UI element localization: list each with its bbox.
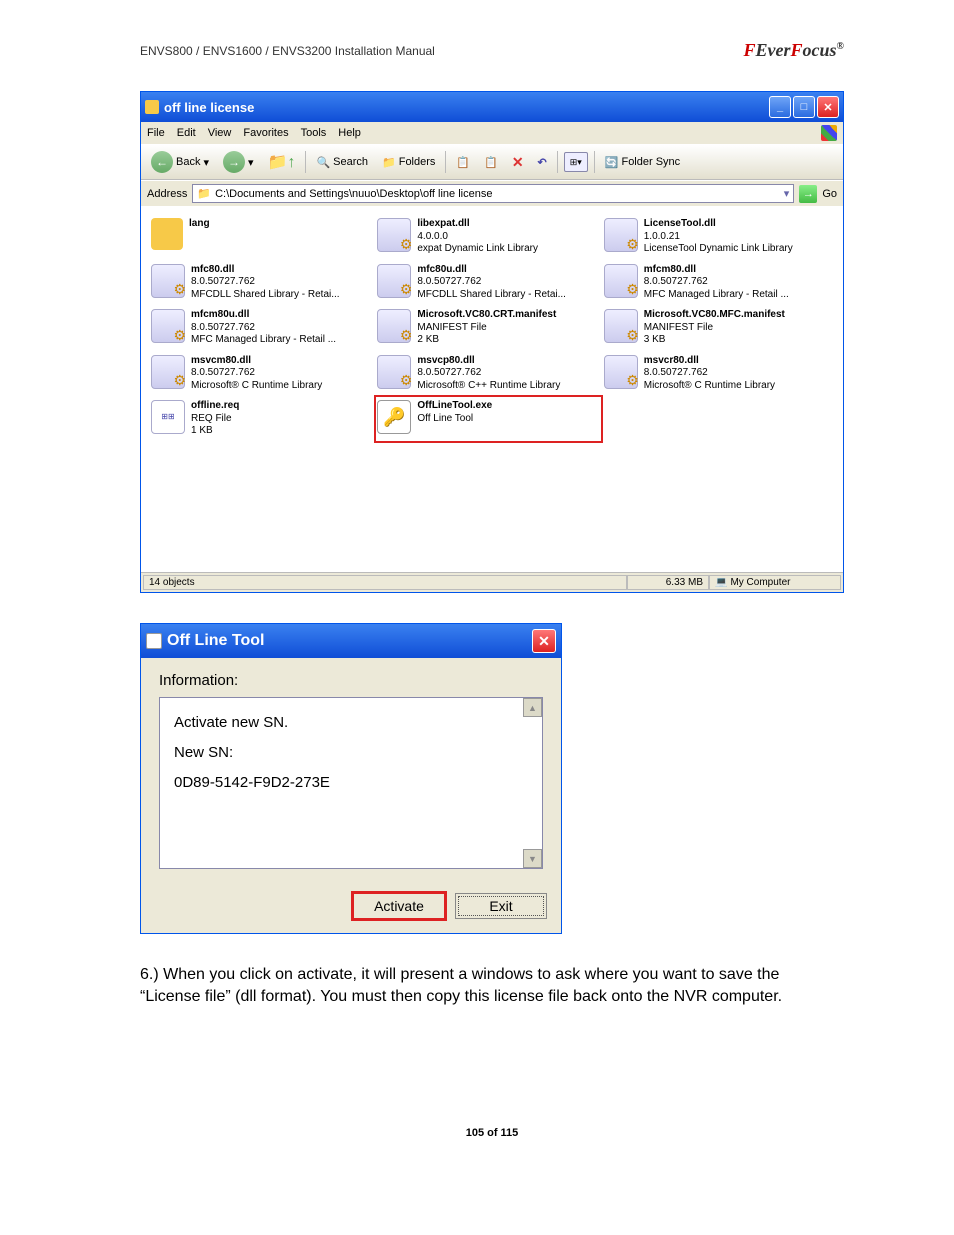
exit-button[interactable]: Exit bbox=[455, 893, 547, 919]
doc-header: ENVS800 / ENVS1600 / ENVS3200 Installati… bbox=[140, 44, 435, 58]
activate-button[interactable]: Activate bbox=[353, 893, 445, 919]
address-input[interactable]: 📁 C:\Documents and Settings\nuuo\Desktop… bbox=[192, 184, 794, 203]
menu-help[interactable]: Help bbox=[338, 127, 361, 139]
menu-view[interactable]: View bbox=[208, 127, 232, 139]
file-item[interactable]: ⊞⊞offline.reqREQ File1 KB bbox=[149, 396, 375, 442]
back-button[interactable]: ←Back ▾ bbox=[147, 149, 213, 175]
close-button[interactable]: ✕ bbox=[817, 96, 839, 118]
file-item[interactable]: mfc80.dll8.0.50727.762MFCDLL Shared Libr… bbox=[149, 260, 375, 306]
address-label: Address bbox=[147, 188, 187, 200]
file-item[interactable]: mfc80u.dll8.0.50727.762MFCDLL Shared Lib… bbox=[375, 260, 601, 306]
forward-button[interactable]: → ▾ bbox=[219, 149, 258, 175]
go-button[interactable]: → bbox=[799, 185, 817, 203]
file-item[interactable]: msvcr80.dll8.0.50727.762Microsoft® C Run… bbox=[602, 351, 828, 397]
file-item[interactable]: mfcm80.dll8.0.50727.762MFC Managed Libra… bbox=[602, 260, 828, 306]
step-6-text: 6.) When you click on activate, it will … bbox=[140, 964, 844, 1007]
file-item[interactable]: lang bbox=[149, 214, 375, 260]
windows-flag-icon bbox=[821, 125, 837, 141]
file-item[interactable]: Microsoft.VC80.CRT.manifestMANIFEST File… bbox=[375, 305, 601, 351]
dll-icon bbox=[151, 355, 185, 389]
explorer-window: off line license _ □ ✕ File Edit View Fa… bbox=[140, 91, 844, 593]
dialog-close-button[interactable]: ✕ bbox=[532, 629, 556, 653]
dll-icon bbox=[604, 218, 638, 252]
views-button[interactable]: ⊞▾ bbox=[564, 152, 588, 172]
folder-icon bbox=[145, 100, 159, 114]
menu-edit[interactable]: Edit bbox=[177, 127, 196, 139]
file-item[interactable]: Microsoft.VC80.MFC.manifestMANIFEST File… bbox=[602, 305, 828, 351]
dll-icon bbox=[151, 309, 185, 343]
dll-icon bbox=[151, 264, 185, 298]
dll-icon bbox=[377, 355, 411, 389]
status-location: 💻 My Computer bbox=[709, 575, 841, 590]
folders-button[interactable]: 📁Folders bbox=[378, 154, 439, 171]
exe-icon bbox=[377, 400, 411, 434]
status-size: 6.33 MB bbox=[627, 575, 709, 590]
undo-button[interactable]: ↶ bbox=[534, 154, 551, 171]
move-to-button[interactable]: 📋 bbox=[452, 154, 474, 171]
dialog-title: Off Line Tool bbox=[167, 632, 532, 650]
dll-icon bbox=[377, 264, 411, 298]
minimize-button[interactable]: _ bbox=[769, 96, 791, 118]
status-objects: 14 objects bbox=[143, 575, 627, 590]
file-item[interactable]: libexpat.dll4.0.0.0expat Dynamic Link Li… bbox=[375, 214, 601, 260]
offline-tool-dialog: Off Line Tool ✕ Information: ▲ Activate … bbox=[140, 623, 562, 934]
req-icon: ⊞⊞ bbox=[151, 400, 185, 434]
menu-bar: File Edit View Favorites Tools Help bbox=[141, 122, 843, 144]
menu-tools[interactable]: Tools bbox=[301, 127, 327, 139]
app-icon bbox=[146, 633, 162, 649]
file-item[interactable]: mfcm80u.dll8.0.50727.762MFC Managed Libr… bbox=[149, 305, 375, 351]
scroll-up-button[interactable]: ▲ bbox=[523, 698, 542, 717]
page-number: 105 of 115 bbox=[140, 1127, 844, 1139]
scroll-down-button[interactable]: ▼ bbox=[523, 849, 542, 868]
dll-icon bbox=[604, 264, 638, 298]
file-item[interactable]: OffLineTool.exeOff Line Tool bbox=[375, 396, 601, 442]
info-line-1: Activate new SN. bbox=[174, 708, 528, 738]
dll-icon bbox=[377, 309, 411, 343]
search-button[interactable]: 🔍Search bbox=[312, 154, 372, 171]
dll-icon bbox=[377, 218, 411, 252]
dll-icon bbox=[604, 309, 638, 343]
brand-logo: FEverEverFocus® bbox=[743, 40, 844, 61]
information-box: ▲ Activate new SN. New SN: 0D89-5142-F9D… bbox=[159, 697, 543, 869]
dll-icon bbox=[604, 355, 638, 389]
menu-file[interactable]: File bbox=[147, 127, 165, 139]
maximize-button[interactable]: □ bbox=[793, 96, 815, 118]
information-label: Information: bbox=[159, 672, 543, 689]
info-line-2: New SN: bbox=[174, 738, 528, 768]
folder-sync-button[interactable]: 🔄 Folder Sync bbox=[601, 154, 684, 171]
menu-favorites[interactable]: Favorites bbox=[243, 127, 288, 139]
file-item[interactable]: msvcp80.dll8.0.50727.762Microsoft® C++ R… bbox=[375, 351, 601, 397]
file-list: langlibexpat.dll4.0.0.0expat Dynamic Lin… bbox=[141, 206, 843, 572]
file-item[interactable]: LicenseTool.dll1.0.0.21LicenseTool Dynam… bbox=[602, 214, 828, 260]
up-folder-button[interactable]: 📁↑ bbox=[264, 150, 300, 174]
file-item[interactable]: msvcm80.dll8.0.50727.762Microsoft® C Run… bbox=[149, 351, 375, 397]
info-line-sn: 0D89-5142-F9D2-273E bbox=[174, 768, 528, 798]
delete-button[interactable]: ✕ bbox=[508, 152, 528, 173]
folder-icon bbox=[151, 218, 183, 250]
window-title: off line license bbox=[164, 100, 769, 115]
copy-to-button[interactable]: 📋 bbox=[480, 154, 502, 171]
